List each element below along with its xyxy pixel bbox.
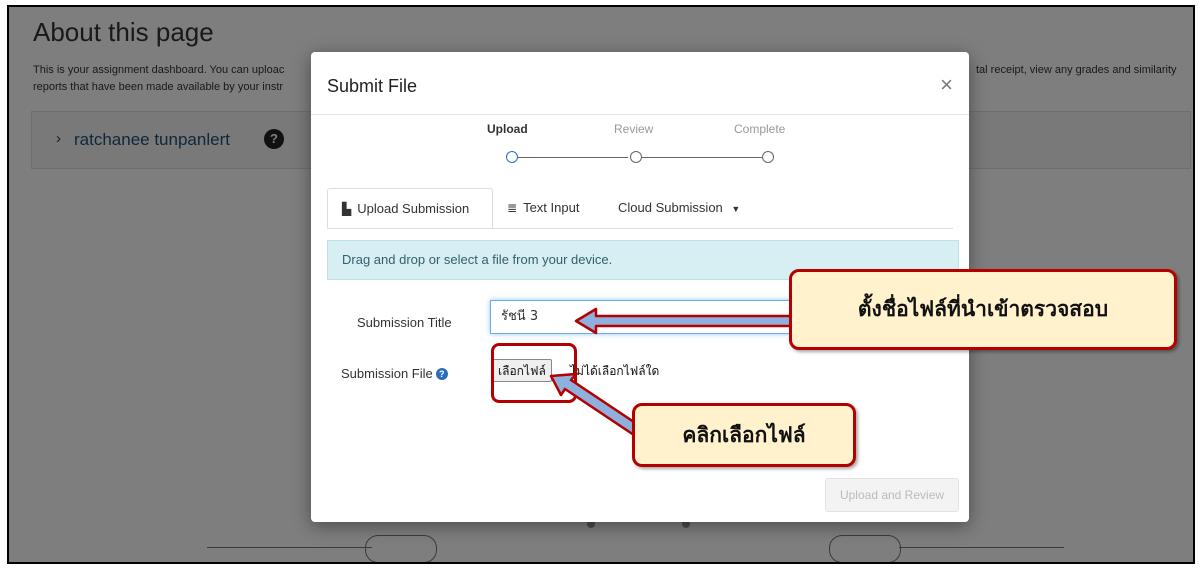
callout-choose-file: คลิกเลือกไฟล์ — [632, 403, 856, 467]
callout-name-file: ตั้งชื่อไฟล์ที่นำเข้าตรวจสอบ — [789, 269, 1177, 350]
screenshot-frame: About this page This is your assignment … — [7, 5, 1195, 564]
arrow-to-title-input — [574, 307, 801, 335]
